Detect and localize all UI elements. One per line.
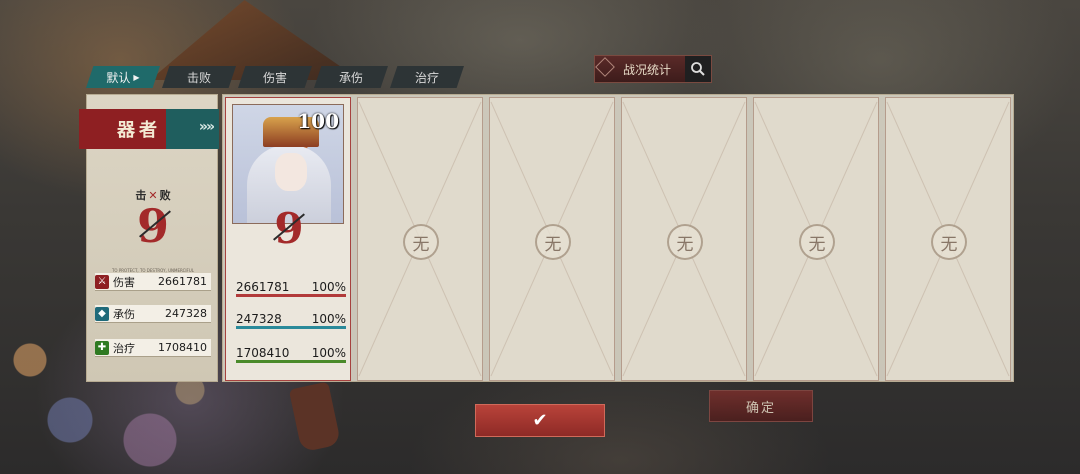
confirm-button[interactable]: ✔ (475, 404, 605, 437)
tab-kills[interactable]: 击败 (162, 66, 236, 88)
summary-row-healing: ✚ 治疗 1708410 (95, 339, 211, 357)
card-stat-damage: 2661781 100% (236, 274, 346, 297)
tab-label: 击败 (186, 70, 211, 85)
tab-label: 治疗 (414, 70, 439, 85)
empty-card-slot: 无 (753, 97, 879, 381)
summary-row-damage-taken: ◆ 承伤 247328 (95, 305, 211, 323)
empty-slot-icon: 无 (931, 224, 967, 260)
card-stat-healing: 1708410 100% (236, 340, 346, 363)
empty-card-slot: 无 (885, 97, 1011, 381)
battle-stats-label: 战况统计 (623, 62, 672, 77)
empty-card-slot: 无 (489, 97, 615, 381)
heal-cross-icon: ✚ (95, 340, 109, 355)
empty-card-slot: 无 (621, 97, 747, 381)
tab-healing[interactable]: 治疗 (390, 66, 464, 88)
tab-label: 默认 (106, 70, 131, 85)
tab-damage[interactable]: 伤害 (238, 66, 312, 88)
chevrons-right-icon: »» (198, 119, 215, 135)
tab-label: 承伤 (338, 70, 363, 85)
tab-label: 伤害 (262, 70, 287, 85)
empty-slot-icon: 无 (799, 224, 835, 260)
summary-panel: 器者 »» 击✕败 9 TO PROTECT, TO DESTROY, UNME… (79, 94, 219, 382)
card-stat-damage-taken: 247328 100% (236, 306, 346, 329)
play-triangle-icon: ▶ (133, 72, 140, 82)
tab-damage-taken[interactable]: 承伤 (314, 66, 388, 88)
empty-slot-icon: 无 (535, 224, 571, 260)
summary-row-label: 伤害 (113, 275, 135, 289)
tab-default[interactable]: 默认 ▶ (86, 66, 160, 88)
shield-icon: ◆ (95, 306, 109, 321)
empty-card-slot: 无 (357, 97, 483, 381)
name-banner: 器者 »» (79, 109, 219, 149)
checkmark-icon: ✔ (532, 410, 548, 431)
summary-row-value: 1708410 (158, 341, 207, 354)
character-kills: 9 (274, 204, 304, 253)
summary-row-value: 2661781 (158, 275, 207, 288)
sword-icon: ⚔ (95, 274, 109, 289)
summary-row-label: 承伤 (113, 307, 135, 321)
card-stat-value: 2661781 (236, 280, 290, 294)
card-stat-percent: 100% (311, 312, 346, 326)
search-icon[interactable] (685, 56, 711, 82)
player-name: 器者 (117, 120, 161, 141)
character-card[interactable]: 100 9 2661781 100% 247328 100% 1708410 1… (225, 97, 351, 381)
card-stat-percent: 100% (311, 346, 346, 360)
summary-row-damage: ⚔ 伤害 2661781 (95, 273, 211, 291)
summary-row-label: 治疗 (113, 341, 135, 355)
card-stat-percent: 100% (311, 280, 346, 294)
ok-button[interactable]: 确定 (709, 390, 813, 422)
empty-slot-icon: 无 (667, 224, 703, 260)
card-stat-value: 247328 (236, 312, 282, 326)
empty-slot-icon: 无 (403, 224, 439, 260)
character-level: 100 (297, 109, 339, 133)
character-cards: 100 9 2661781 100% 247328 100% 1708410 1… (222, 94, 1014, 382)
summary-row-value: 247328 (165, 307, 207, 320)
card-stat-value: 1708410 (236, 346, 290, 360)
tab-bar: 默认 ▶ 击败 伤害 承伤 治疗 (86, 66, 464, 88)
